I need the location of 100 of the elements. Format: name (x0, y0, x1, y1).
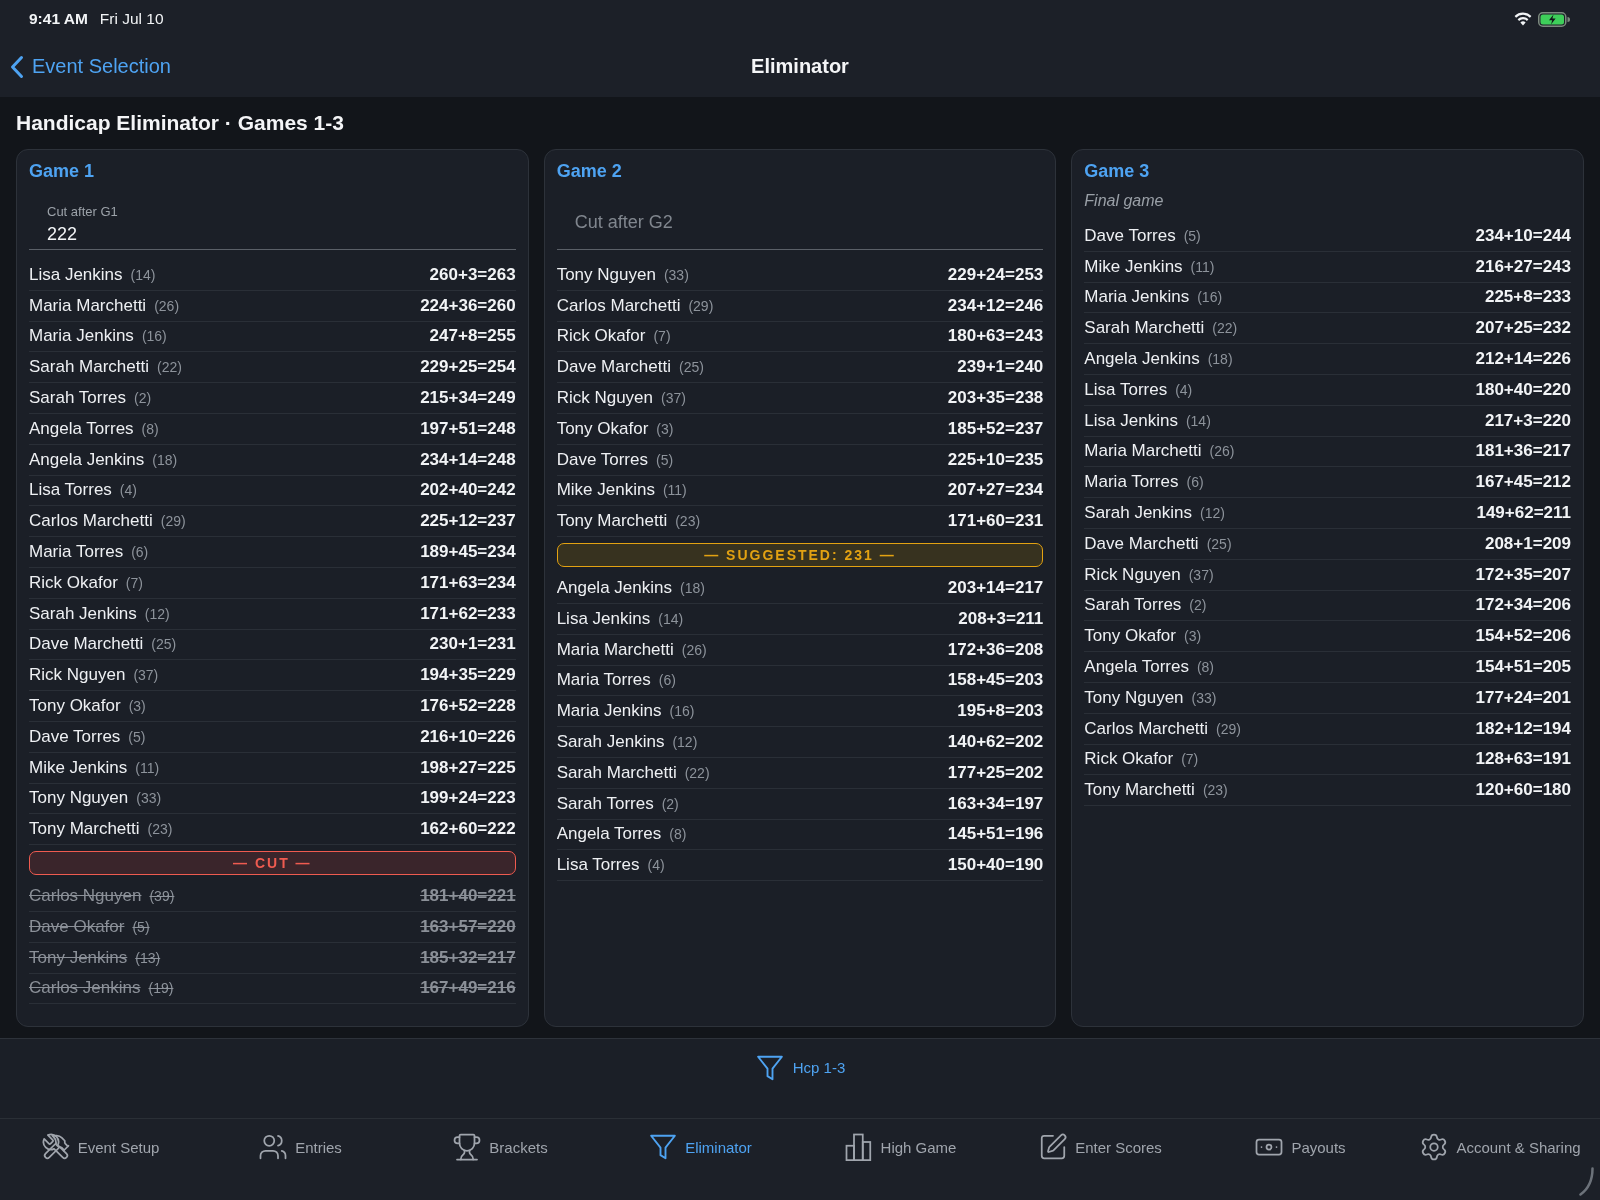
score: 202+40=242 (420, 480, 516, 501)
player-name: Carlos Marchetti (556, 295, 681, 316)
player-name: Maria Torres (556, 670, 651, 691)
player-name: Tony Nguyen (1084, 687, 1184, 708)
score: 212+14=226 (1475, 349, 1571, 370)
player-name: Tony Marchetti (1084, 780, 1195, 801)
player-name: Mike Jenkins (1084, 256, 1183, 277)
handicap: (33) (1191, 689, 1217, 706)
player-name: Maria Torres (1084, 472, 1179, 493)
score: 154+51=205 (1475, 657, 1571, 678)
score: 234+14=248 (420, 449, 516, 470)
score: 208+1=209 (1484, 533, 1571, 554)
handicap: (37) (133, 667, 159, 684)
score: 247+8=255 (429, 326, 516, 347)
score: 230+1=231 (429, 634, 516, 655)
cut-input[interactable]: 222 (29, 220, 516, 250)
player-name: Rick Okafor (1084, 749, 1174, 770)
player-name: Sarah Jenkins (29, 603, 137, 624)
handicap: (33) (136, 790, 162, 807)
bar-chart-icon (843, 1132, 874, 1162)
score: 185+52=237 (947, 418, 1044, 439)
handicap: (33) (663, 266, 689, 283)
player-name: Sarah Jenkins (1084, 503, 1193, 524)
player-name: Sarah Torres (1084, 595, 1182, 616)
handicap: (12) (1200, 505, 1225, 522)
player-name: Dave Torres (1084, 225, 1176, 246)
player-name: Dave Marchetti (29, 634, 144, 655)
tab-item[interactable]: Entries (258, 1132, 342, 1162)
score: 167+49=216 (420, 978, 516, 999)
player-name: Tony Marchetti (29, 819, 140, 840)
cut-banner: — CUT — (29, 851, 516, 876)
player-name: Tony Nguyen (29, 788, 129, 809)
handicap: (23) (675, 513, 701, 530)
chevron-left-icon (10, 54, 24, 79)
score: 216+10=226 (420, 726, 516, 747)
handicap: (22) (157, 359, 182, 376)
handicap: (4) (1175, 381, 1193, 398)
suggested-banner: — SUGGESTED: 231 — (556, 543, 1044, 568)
score: 185+32=217 (420, 947, 516, 968)
status-date: Fri Jul 10 (99, 10, 164, 28)
player-name: Angela Torres (29, 418, 134, 439)
handicap: (25) (151, 636, 177, 653)
funnel-icon (648, 1132, 679, 1162)
cut-input[interactable]: Cut after G2 (556, 195, 1044, 250)
score: 234+12=246 (947, 295, 1044, 316)
player-name: Sarah Torres (29, 388, 126, 409)
handicap: (4) (647, 857, 665, 874)
tab-item[interactable]: Enter Scores (1038, 1132, 1162, 1162)
edit-icon (1038, 1132, 1069, 1162)
tab-item[interactable]: Payouts (1254, 1132, 1346, 1162)
tab-item[interactable]: High Game (843, 1132, 957, 1162)
tab-item[interactable]: Account & Sharing (1419, 1132, 1581, 1162)
handicap: (25) (679, 359, 704, 376)
handicap: (3) (1184, 628, 1202, 645)
player-name: Rick Nguyen (556, 388, 654, 409)
handicap: (8) (141, 420, 159, 437)
score: 224+36=260 (420, 295, 516, 316)
score: 180+63=243 (947, 326, 1044, 347)
handicap: (7) (1181, 751, 1199, 768)
handicap: (23) (1202, 782, 1228, 799)
handicap: (29) (1216, 720, 1241, 737)
handicap: (14) (658, 610, 684, 627)
back-link[interactable]: Event Selection (10, 54, 171, 79)
score: 189+45=234 (420, 542, 516, 563)
player-name: Lisa Torres (29, 480, 112, 501)
filter-button[interactable]: Hcp 1-3 (754, 1052, 846, 1083)
score: 180+40=220 (1475, 379, 1571, 400)
player-name: Lisa Jenkins (1084, 410, 1178, 431)
player-name: Lisa Jenkins (556, 608, 651, 629)
player-name: Sarah Torres (556, 793, 654, 814)
score: 171+60=231 (947, 511, 1044, 532)
corner-arc-icon (1579, 1167, 1594, 1196)
player-name: Sarah Marchetti (556, 762, 677, 783)
player-name: Lisa Torres (1084, 379, 1168, 400)
player-name: Maria Jenkins (1084, 287, 1190, 308)
player-name: Sarah Marchetti (29, 357, 149, 378)
player-name: Lisa Torres (556, 855, 640, 876)
score: 177+25=202 (947, 762, 1044, 783)
player-name: Maria Marchetti (556, 639, 674, 660)
score: 207+27=234 (947, 480, 1044, 501)
handicap: (2) (661, 795, 679, 812)
handicap: (7) (125, 574, 143, 591)
player-name: Tony Okafor (1084, 626, 1176, 647)
tab-item[interactable]: Brackets (452, 1132, 548, 1162)
handicap: (37) (1188, 566, 1214, 583)
score: 163+57=220 (420, 916, 516, 937)
game-title: Game 2 (556, 160, 623, 183)
player-name: Tony Marchetti (556, 511, 668, 532)
tab-item[interactable]: Eliminator (648, 1132, 752, 1162)
score: 128+63=191 (1475, 749, 1571, 770)
tab-item[interactable]: Event Setup (40, 1132, 160, 1162)
handicap: (18) (152, 451, 178, 468)
game-title: Game 1 (29, 160, 96, 183)
handicap: (11) (135, 759, 160, 776)
score: 172+35=207 (1475, 564, 1571, 585)
score: 260+3=263 (429, 264, 516, 285)
player-name: Tony Okafor (29, 696, 121, 717)
handicap: (8) (1196, 659, 1215, 676)
field-label: Cut after G1 (46, 204, 119, 220)
handicap: (8) (669, 826, 687, 843)
